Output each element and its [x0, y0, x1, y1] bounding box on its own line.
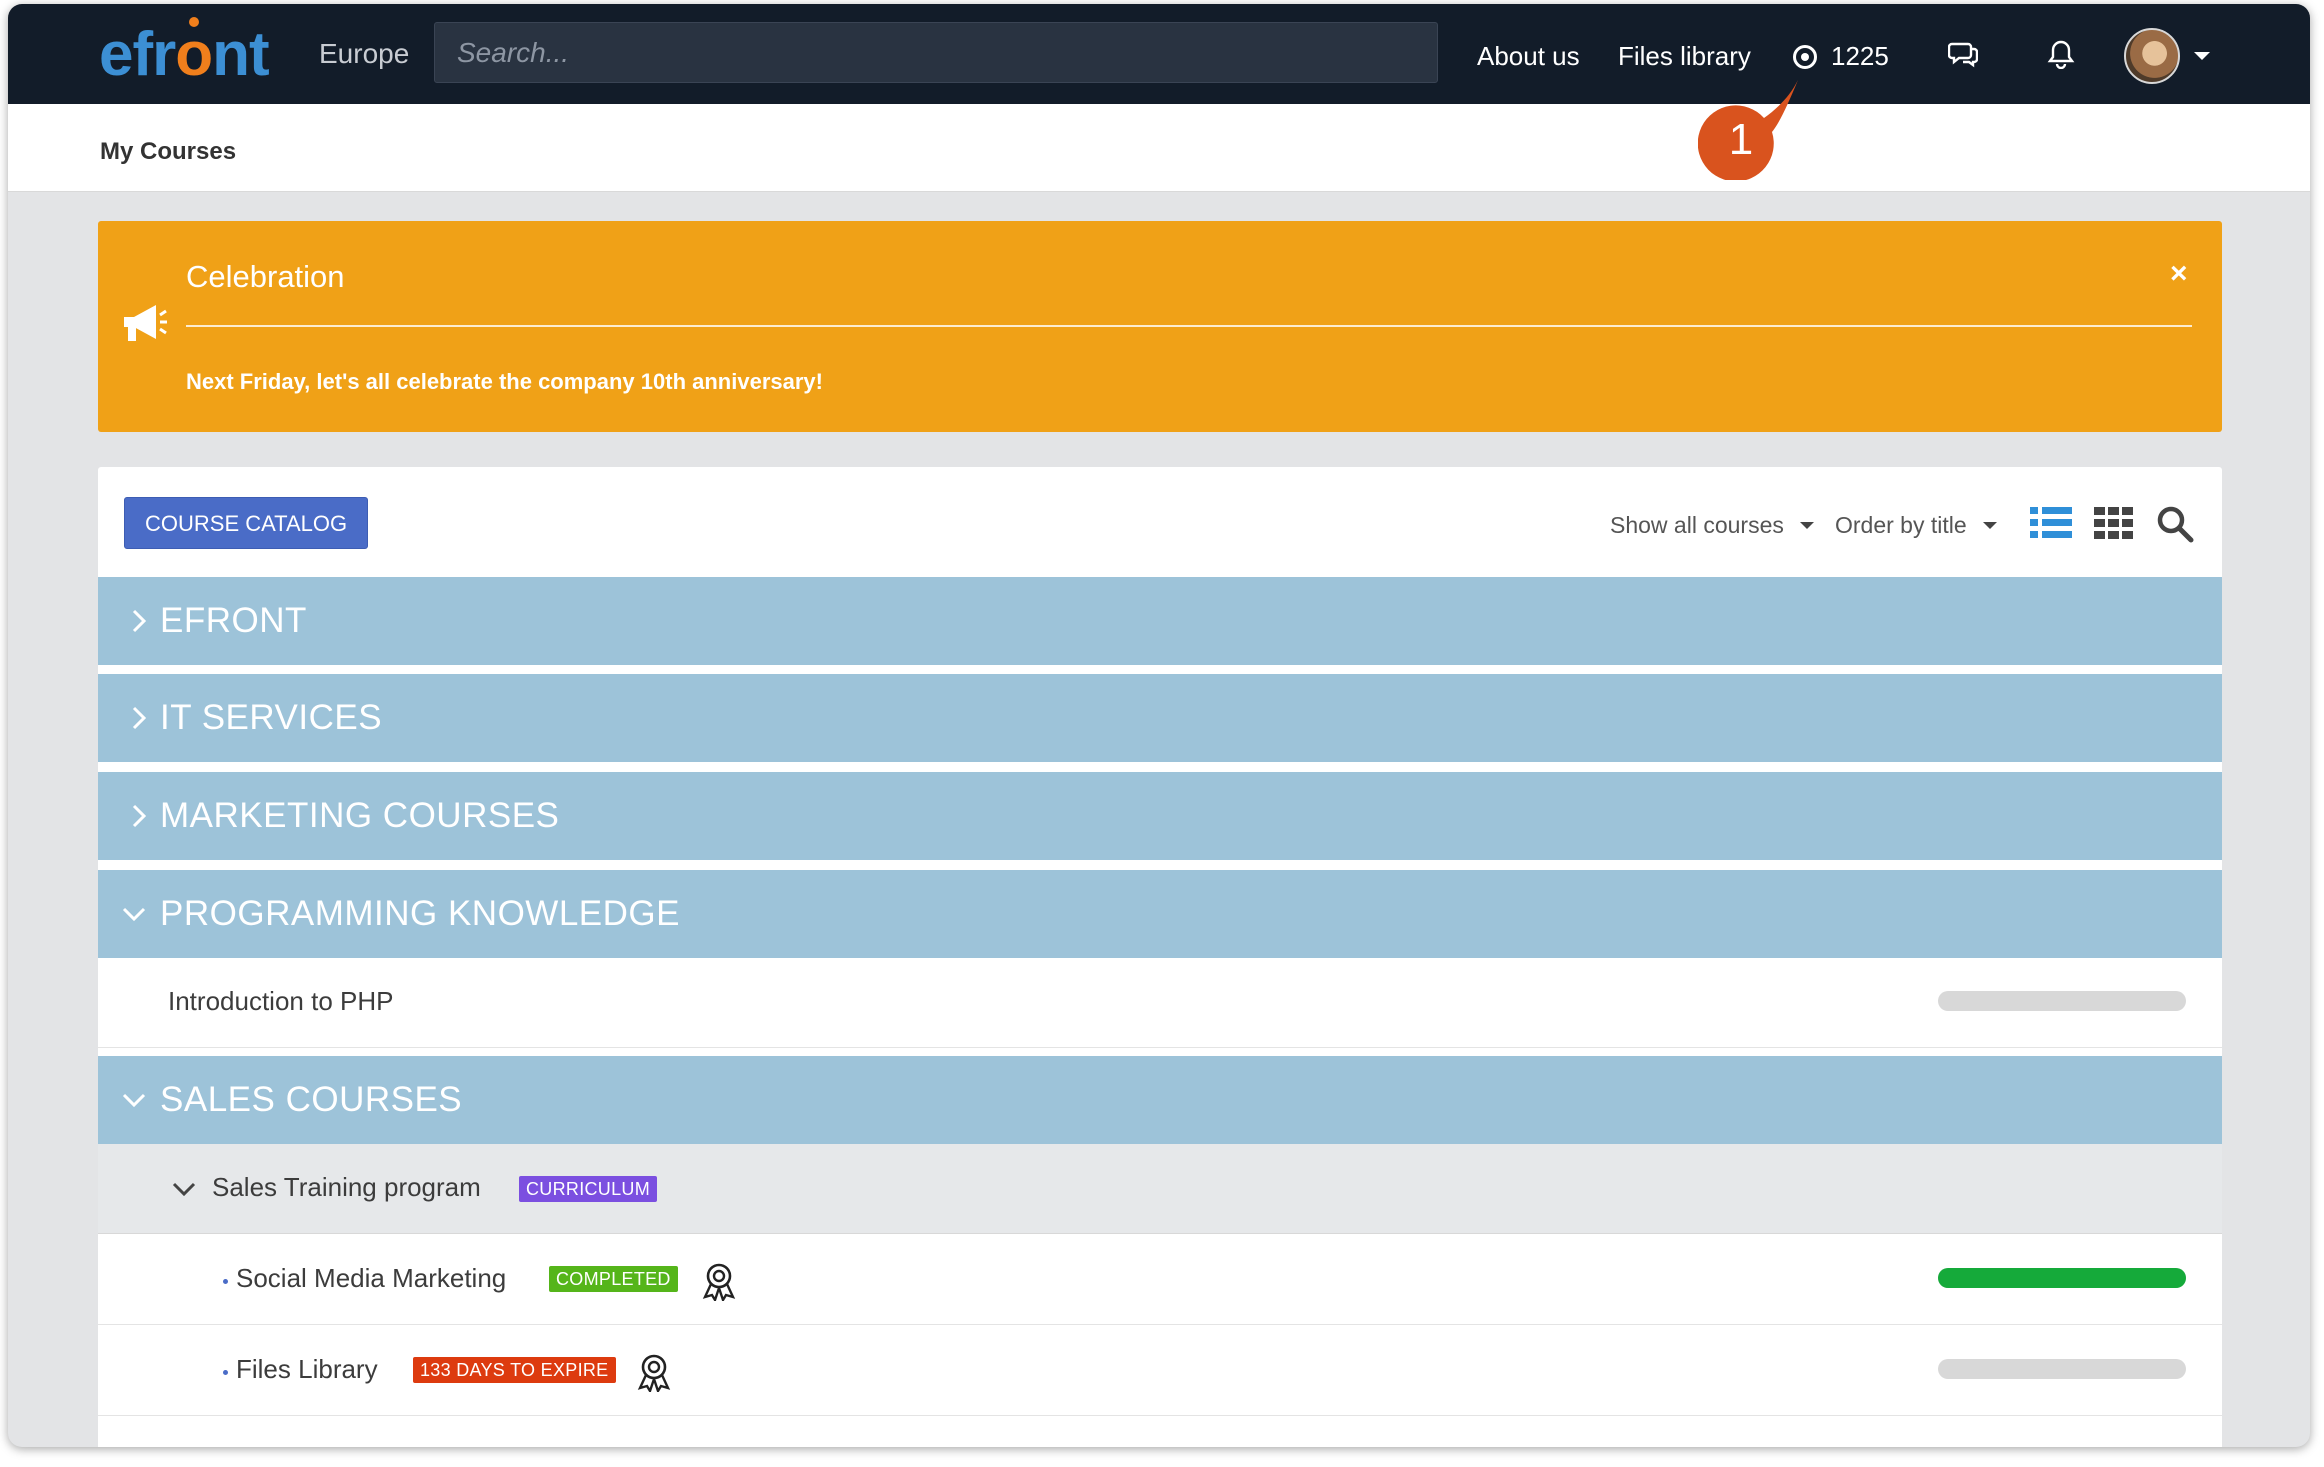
announcement-title: Celebration [186, 259, 345, 294]
category-label: MARKETING COURSES [160, 796, 560, 835]
bullet-icon [223, 1370, 228, 1375]
efront-logo[interactable]: efront [99, 24, 270, 86]
progress-bar [1938, 1359, 2186, 1379]
list-view-icon[interactable] [2030, 505, 2072, 541]
chevron-down-icon[interactable] [2194, 52, 2210, 60]
category-row[interactable]: SALES COURSES [98, 1056, 2222, 1144]
chevron-down-icon [98, 1093, 160, 1107]
chevron-down-icon [98, 907, 160, 921]
filter-dropdown[interactable]: Show all courses [1610, 512, 1814, 539]
avatar[interactable] [2124, 28, 2180, 84]
filter-dropdown-label: Show all courses [1610, 512, 1784, 538]
close-icon[interactable]: × [2170, 257, 2188, 291]
course-name[interactable]: Files Library [236, 1354, 378, 1385]
logo-text-part: nt [212, 20, 270, 89]
category-label: SALES COURSES [160, 1080, 463, 1119]
points-value: 1225 [1831, 41, 1889, 71]
nav-files-library[interactable]: Files library [1618, 41, 1751, 72]
chevron-right-icon [98, 609, 160, 633]
chevron-right-icon [98, 804, 160, 828]
course-catalog-button[interactable]: COURSE CATALOG [124, 497, 369, 549]
announcement-banner: Celebration Next Friday, let's all celeb… [98, 221, 2222, 432]
course-row-partial[interactable] [98, 1417, 2222, 1447]
target-icon [1793, 44, 1817, 69]
top-navbar: efront Europe Search... About us Files l… [8, 4, 2310, 104]
curriculum-badge: CURRICULUM [519, 1176, 657, 1202]
category-label: PROGRAMMING KNOWLEDGE [160, 894, 680, 933]
curriculum-row[interactable]: Sales Training program CURRICULUM [98, 1144, 2222, 1234]
search-icon[interactable] [2156, 505, 2194, 543]
search-input[interactable]: Search... [434, 22, 1438, 83]
category-label: EFRONT [160, 601, 307, 640]
bullet-icon [223, 1279, 228, 1284]
branch-name: Europe [319, 38, 410, 69]
progress-bar [1938, 1268, 2186, 1288]
order-dropdown[interactable]: Order by title [1835, 512, 1997, 539]
progress-bar [1938, 991, 2186, 1011]
bell-icon[interactable] [2041, 34, 2081, 74]
logo-text-part: o [175, 20, 213, 89]
order-dropdown-label: Order by title [1835, 512, 1967, 538]
browser-window: efront Europe Search... About us Files l… [8, 4, 2310, 1447]
curriculum-name[interactable]: Sales Training program [212, 1172, 481, 1203]
category-row[interactable]: PROGRAMMING KNOWLEDGE [98, 870, 2222, 958]
category-row[interactable]: IT SERVICES [98, 674, 2222, 762]
chevron-down-icon [172, 1182, 196, 1196]
announcement-message: Next Friday, let's all celebrate the com… [186, 369, 823, 394]
category-label: IT SERVICES [160, 698, 383, 737]
course-name[interactable]: Introduction to PHP [168, 986, 393, 1017]
grid-view-icon[interactable] [2094, 505, 2134, 541]
category-row[interactable]: EFRONT [98, 577, 2222, 665]
course-row[interactable]: Introduction to PHP [98, 958, 2222, 1048]
announcement-divider [186, 325, 2192, 327]
expiry-badge: 133 DAYS TO EXPIRE [413, 1357, 616, 1383]
category-row[interactable]: MARKETING COURSES [98, 772, 2222, 860]
course-row[interactable]: Files Library 133 DAYS TO EXPIRE [98, 1326, 2222, 1416]
step-callout-badge: 1 [1698, 80, 1798, 180]
page-title: My Courses [100, 138, 237, 165]
chevron-down-icon [1982, 522, 1997, 529]
step-callout-number: 1 [1729, 115, 1753, 164]
logo-text-part: efr [99, 20, 176, 89]
course-name[interactable]: Social Media Marketing [236, 1263, 506, 1294]
progress-fill [1938, 1268, 2186, 1288]
status-badge: COMPLETED [549, 1266, 678, 1292]
chat-icon[interactable] [1943, 34, 1983, 74]
points-counter[interactable]: 1225 [1793, 41, 1889, 72]
certificate-icon[interactable] [701, 1261, 737, 1301]
megaphone-icon [124, 305, 167, 341]
chevron-right-icon [98, 706, 160, 730]
courses-panel: COURSE CATALOG Show all courses Order by… [98, 467, 2222, 1447]
nav-about-us[interactable]: About us [1477, 41, 1580, 72]
sub-header [8, 104, 2310, 192]
certificate-icon[interactable] [636, 1352, 672, 1392]
chevron-down-icon [1799, 522, 1814, 529]
course-row[interactable]: Social Media Marketing COMPLETED [98, 1235, 2222, 1325]
